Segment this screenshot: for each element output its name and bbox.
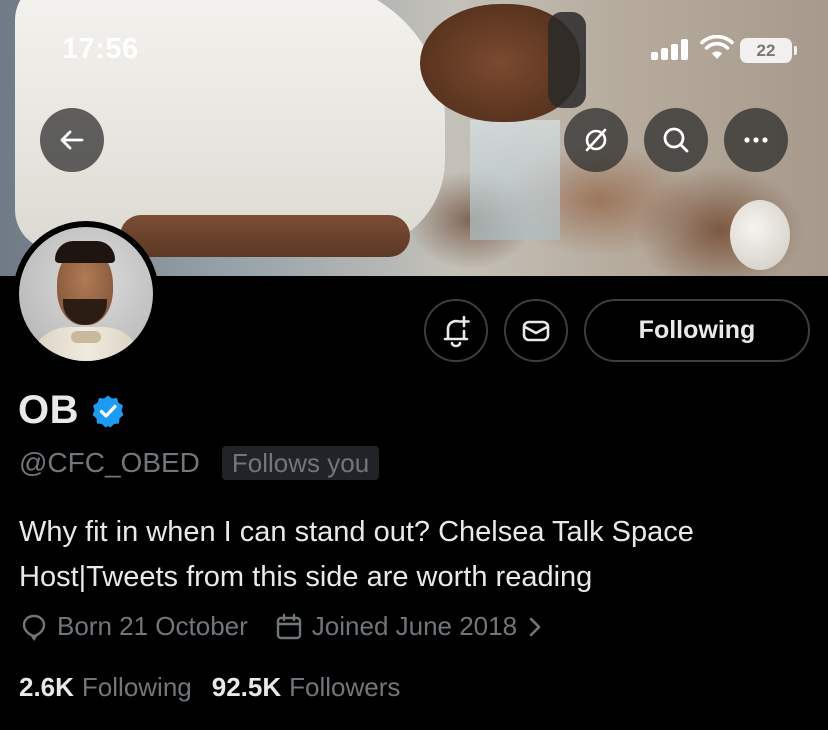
follows-you-badge: Follows you (221, 446, 380, 480)
following-count: 2.6K (19, 672, 74, 702)
battery-indicator: 22 (740, 38, 797, 63)
banner-window (470, 120, 560, 240)
balloon-icon (22, 614, 46, 641)
avatar-hair (55, 241, 115, 263)
joined-text: Joined June 2018 (311, 611, 518, 641)
avatar-image (19, 227, 153, 361)
search-button[interactable] (644, 108, 708, 172)
search-icon (663, 127, 689, 153)
notifications-button[interactable] (424, 299, 488, 362)
calendar-icon (276, 613, 301, 639)
avatar[interactable] (13, 221, 159, 367)
birthday-text: Born 21 October (57, 611, 248, 641)
followers-label: Followers (289, 672, 401, 702)
message-button[interactable] (504, 299, 568, 362)
verified-badge-icon[interactable] (91, 394, 125, 428)
avatar-bowtie (71, 331, 101, 343)
bell-plus-icon (443, 315, 470, 347)
envelope-icon (522, 320, 550, 341)
more-icon (744, 137, 768, 143)
banner-sunglasses (548, 12, 586, 108)
grok-button[interactable] (564, 108, 628, 172)
user-handle: @CFC_OBED (19, 447, 200, 478)
status-time: 17:56 (62, 33, 139, 65)
avatar-beard (63, 299, 107, 325)
chevron-right-icon (529, 617, 541, 636)
back-arrow-icon (60, 130, 84, 150)
name-row: OB (18, 388, 125, 433)
display-name: OB (18, 388, 79, 432)
profile-bio: Why fit in when I can stand out? Chelsea… (19, 516, 694, 593)
banner-arm (120, 215, 410, 257)
handle-row: @CFC_OBED Follows you (19, 446, 380, 480)
cellular-signal-icon (651, 38, 691, 60)
wifi-icon (700, 34, 734, 61)
followers-stat[interactable]: 92.5K Followers (212, 672, 401, 703)
grok-icon (585, 128, 607, 152)
following-stat[interactable]: 2.6K Following (19, 672, 192, 703)
back-button[interactable] (40, 108, 104, 172)
profile-meta: Born 21 October Joined June 2018 (19, 611, 551, 642)
profile-stats: 2.6K Following 92.5K Followers (19, 672, 400, 703)
joined-item[interactable]: Joined June 2018 (274, 611, 551, 642)
following-button[interactable]: Following (584, 299, 810, 362)
following-label: Following (81, 672, 192, 702)
birthday-item: Born 21 October (19, 611, 248, 642)
banner-vase (730, 200, 790, 270)
more-options-button[interactable] (724, 108, 788, 172)
followers-count: 92.5K (211, 672, 282, 702)
